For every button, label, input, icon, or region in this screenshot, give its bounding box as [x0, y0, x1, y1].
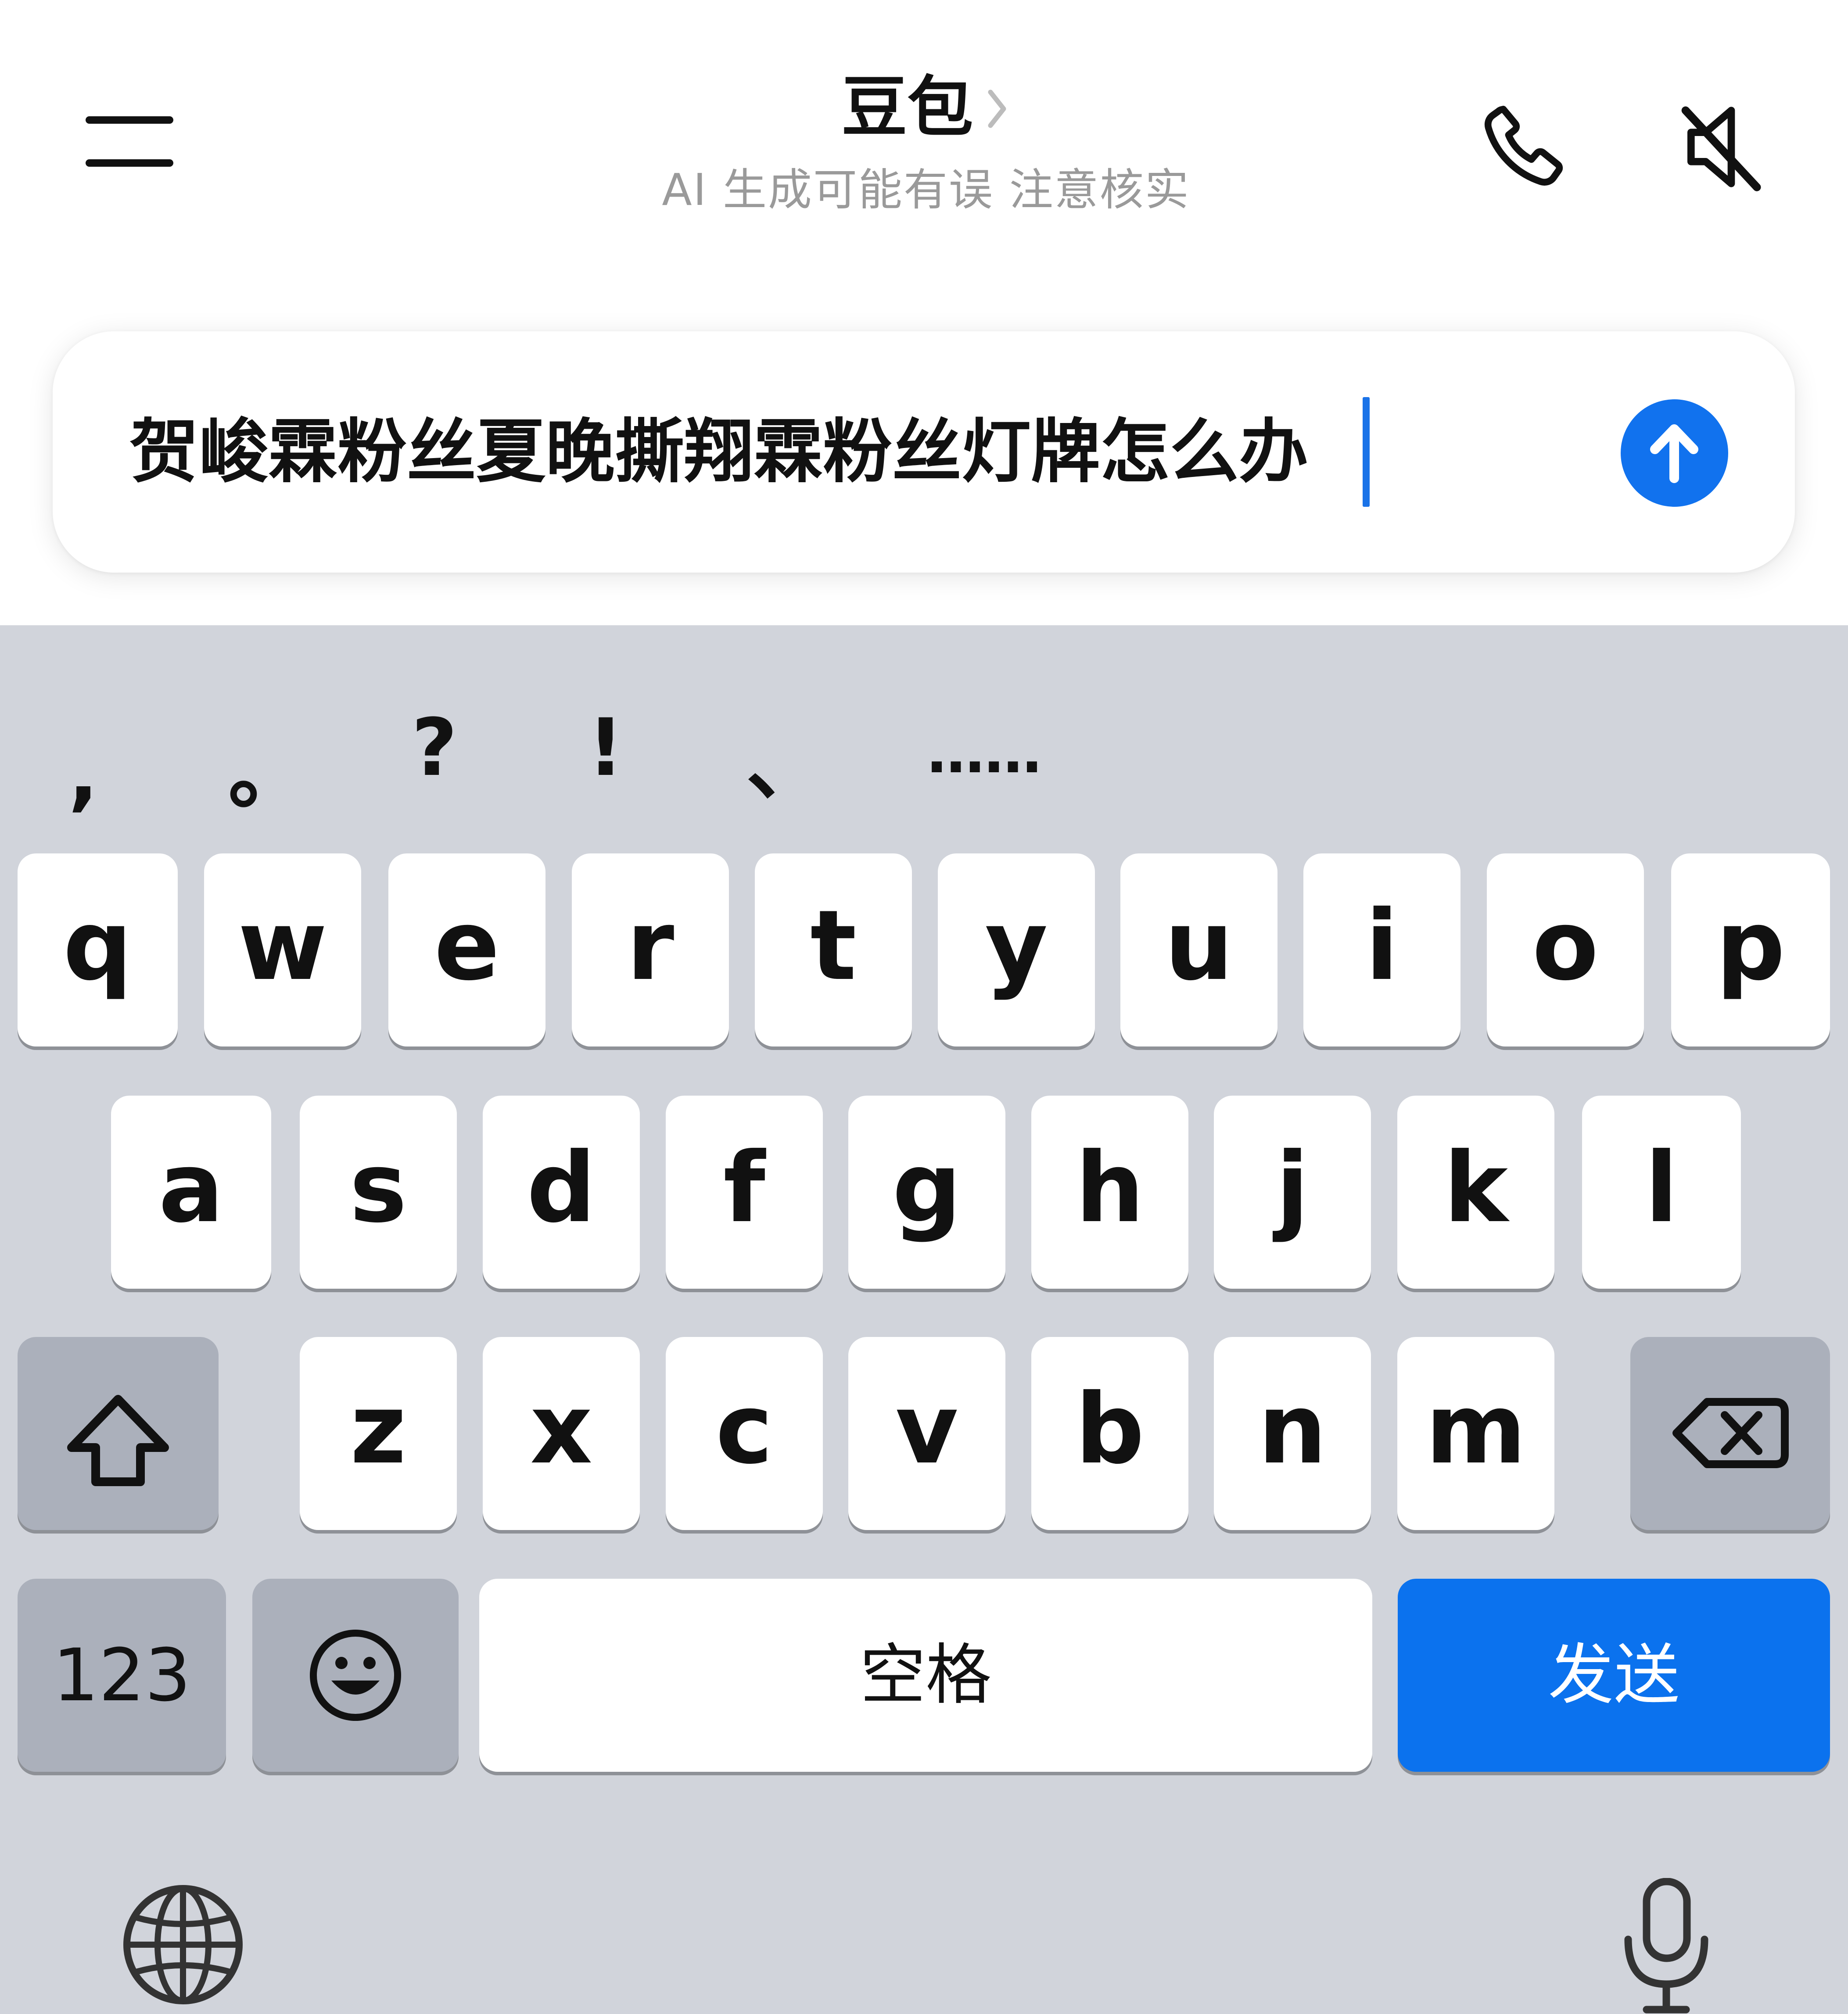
numbers-key[interactable]: 123 [18, 1579, 226, 1772]
shift-icon [67, 1395, 169, 1486]
key-d[interactable]: d [483, 1096, 640, 1289]
message-input-card[interactable]: 贺峻霖粉丝夏晚撕翔霖粉丝灯牌怎么办 [53, 331, 1795, 573]
backspace-icon [1672, 1398, 1789, 1468]
emoji-key[interactable] [252, 1579, 459, 1772]
key-v[interactable]: v [848, 1337, 1005, 1530]
send-message-button[interactable] [1621, 399, 1728, 507]
backspace-key[interactable] [1630, 1337, 1830, 1530]
message-input[interactable]: 贺峻霖粉丝夏晚撕翔霖粉丝灯牌怎么办 [129, 406, 1308, 498]
key-y[interactable]: y [938, 853, 1095, 1046]
key-n[interactable]: n [1214, 1337, 1371, 1530]
speaker-muted-icon[interactable] [1676, 99, 1764, 195]
page-title: 豆包 [841, 69, 973, 146]
chat-title-block[interactable]: 豆包 AI 生成可能有误 注意核实 [614, 66, 1238, 224]
keyboard: , 。 ? ! 、 ...... q w e r t y u i o p a s… [0, 625, 1848, 2014]
title-row[interactable]: 豆包 [614, 66, 1238, 149]
key-g[interactable]: g [848, 1096, 1005, 1289]
key-h[interactable]: h [1031, 1096, 1188, 1289]
send-key[interactable]: 发送 [1398, 1579, 1830, 1772]
punct-comma[interactable]: , [57, 726, 110, 823]
key-p[interactable]: p [1671, 853, 1830, 1046]
top-bar: 豆包 AI 生成可能有误 注意核实 [0, 0, 1848, 298]
key-w[interactable]: w [204, 853, 361, 1046]
chevron-right-icon [984, 66, 1011, 149]
globe-icon[interactable] [123, 1885, 244, 2005]
key-x[interactable]: x [483, 1337, 640, 1530]
space-key[interactable]: 空格 [479, 1579, 1372, 1772]
key-e[interactable]: e [388, 853, 545, 1046]
phone-icon[interactable] [1477, 99, 1573, 195]
punct-period[interactable]: 。 [228, 726, 307, 823]
arrow-up-icon [1650, 424, 1698, 483]
key-k[interactable]: k [1397, 1096, 1554, 1289]
ai-disclaimer: AI 生成可能有误 注意核实 [662, 164, 1190, 215]
key-a[interactable]: a [111, 1096, 271, 1289]
shift-key[interactable] [18, 1337, 219, 1530]
key-c[interactable]: c [666, 1337, 823, 1530]
menu-icon[interactable] [86, 116, 173, 167]
key-q[interactable]: q [18, 853, 178, 1046]
punct-dunhao[interactable]: 、 [746, 717, 825, 814]
key-u[interactable]: u [1120, 853, 1277, 1046]
microphone-icon[interactable] [1619, 1878, 1714, 2014]
screen: 豆包 AI 生成可能有误 注意核实 贺峻霖粉丝夏晚撕翔霖粉丝灯牌怎么办 , 。 … [0, 0, 1848, 2014]
key-f[interactable]: f [666, 1096, 823, 1289]
key-s[interactable]: s [300, 1096, 457, 1289]
key-i[interactable]: i [1303, 853, 1460, 1046]
key-j[interactable]: j [1214, 1096, 1371, 1289]
punct-exclaim[interactable]: ! [575, 700, 636, 796]
key-o[interactable]: o [1487, 853, 1644, 1046]
punct-ellipsis[interactable]: ...... [908, 704, 1058, 801]
key-b[interactable]: b [1031, 1337, 1188, 1530]
text-caret [1363, 397, 1370, 507]
key-m[interactable]: m [1397, 1337, 1554, 1530]
key-r[interactable]: r [572, 853, 729, 1046]
emoji-icon [310, 1630, 401, 1721]
punct-question[interactable]: ? [404, 700, 465, 796]
key-t[interactable]: t [755, 853, 912, 1046]
key-z[interactable]: z [300, 1337, 457, 1530]
key-l[interactable]: l [1582, 1096, 1741, 1289]
